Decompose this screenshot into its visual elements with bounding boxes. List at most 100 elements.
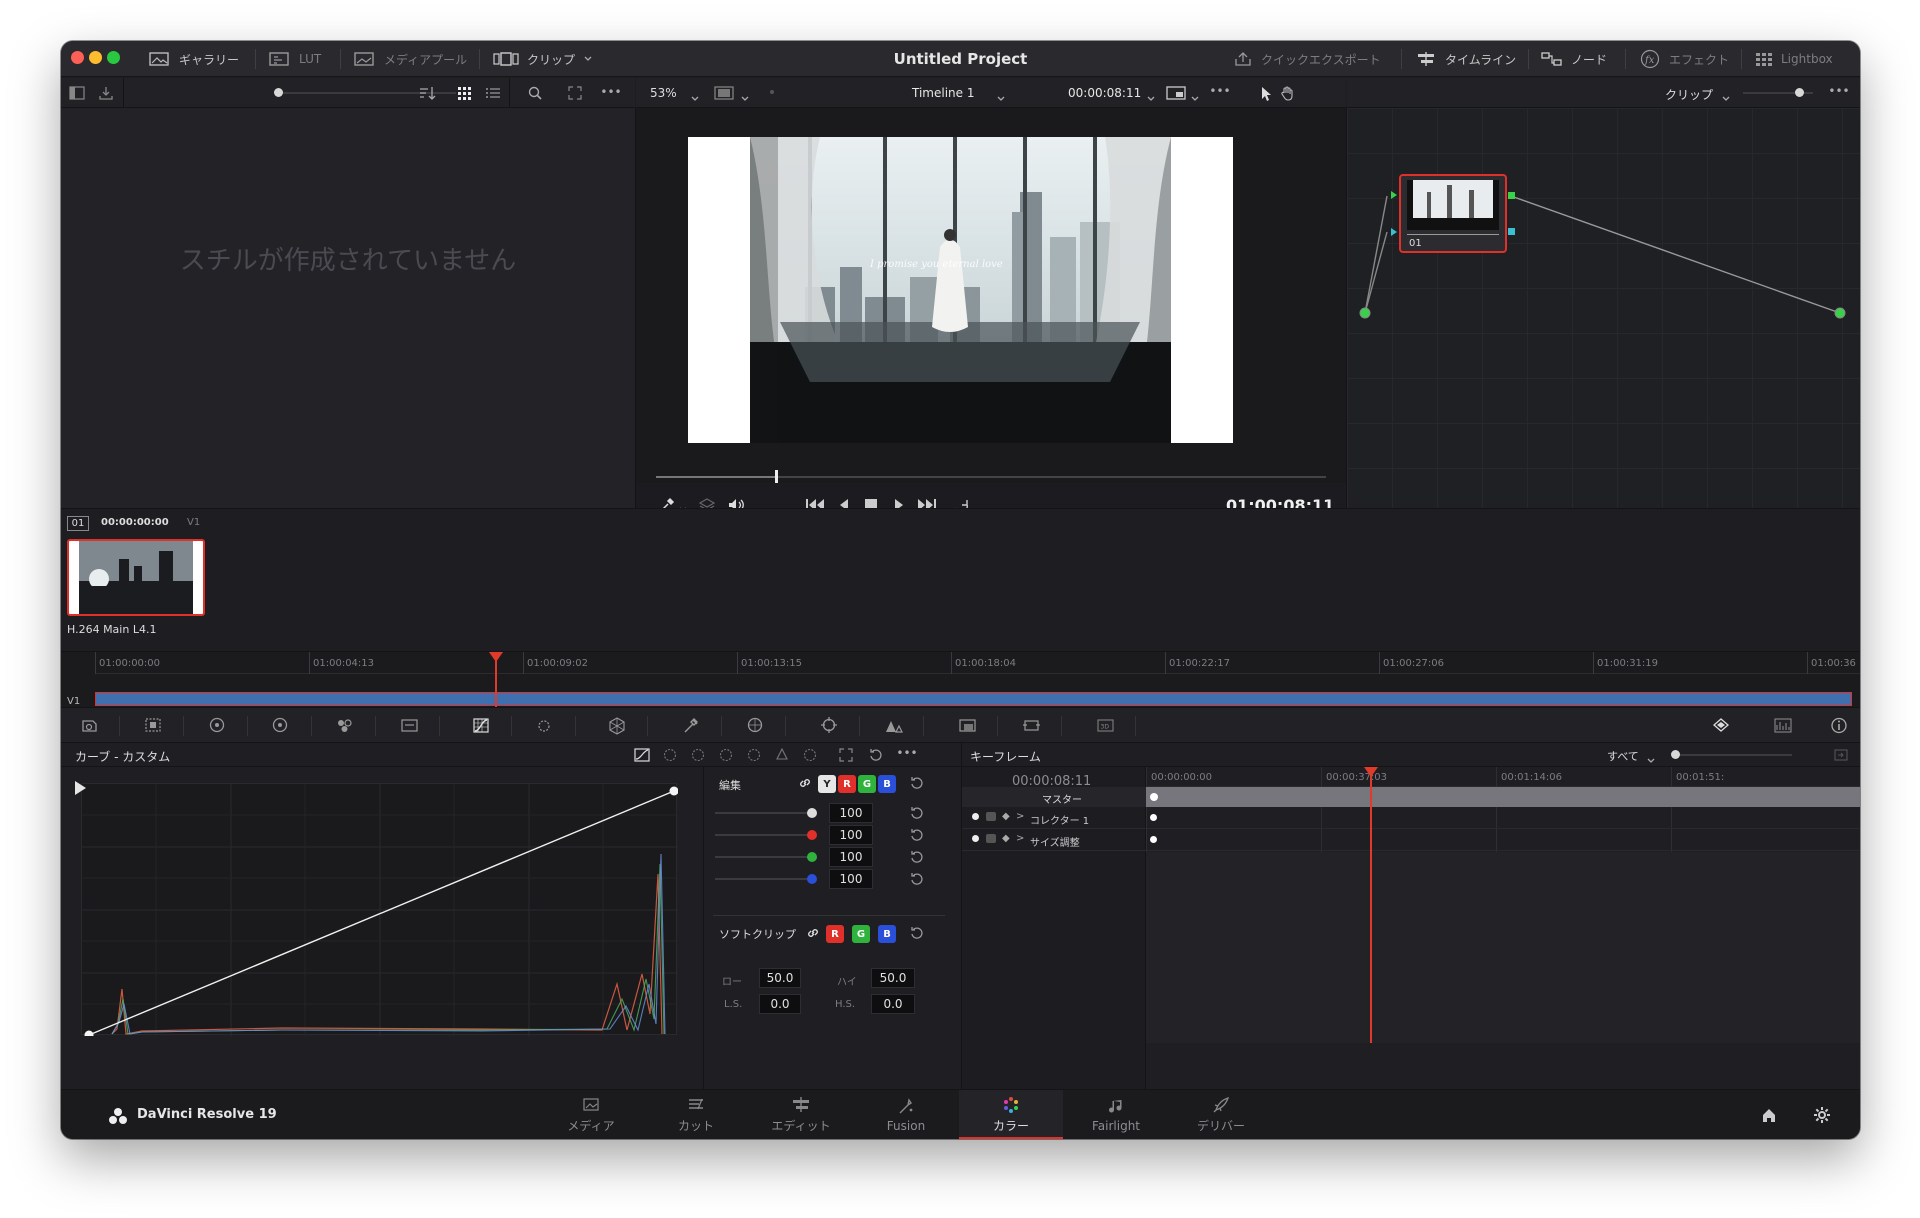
- reset-icon[interactable]: [867, 747, 885, 763]
- viewer-timecode-top[interactable]: 00:00:08:11: [1068, 86, 1141, 100]
- intensity-slider-r[interactable]: [715, 834, 815, 836]
- channel-g-button[interactable]: G: [858, 775, 876, 793]
- magic-mask-icon[interactable]: [883, 716, 905, 736]
- node-mode-selector[interactable]: クリップ: [1665, 86, 1713, 103]
- link-icon[interactable]: [797, 775, 813, 791]
- lock-icon[interactable]: [986, 812, 996, 821]
- import-icon[interactable]: [97, 85, 115, 101]
- clip-toggle[interactable]: クリップ: [493, 41, 593, 77]
- intensity-slider-b[interactable]: [715, 878, 815, 880]
- motion-effects-icon[interactable]: [399, 716, 421, 736]
- intensity-input-y[interactable]: 100: [829, 803, 873, 823]
- link-icon[interactable]: [805, 925, 821, 941]
- node-zoom-knob[interactable]: [1795, 88, 1804, 97]
- pointer-icon[interactable]: [1260, 85, 1274, 101]
- low-input[interactable]: 50.0: [759, 968, 801, 988]
- search-icon[interactable]: [527, 85, 543, 101]
- viewer-scrubber[interactable]: [656, 476, 776, 478]
- sat-vs-lum-icon[interactable]: [801, 747, 819, 763]
- node-keyframe-icon[interactable]: [1711, 716, 1733, 736]
- window-icon[interactable]: [745, 716, 767, 736]
- softclip-b-button[interactable]: B: [878, 925, 896, 943]
- keyframe-point[interactable]: [1150, 836, 1157, 843]
- softclip-r-button[interactable]: R: [826, 925, 844, 943]
- intensity-knob-r[interactable]: [807, 830, 817, 840]
- curve-start-handle[interactable]: [75, 781, 86, 795]
- zoom-window-button[interactable]: [107, 51, 120, 64]
- hand-icon[interactable]: [1280, 85, 1296, 101]
- keyframe-playhead[interactable]: [1370, 767, 1372, 1043]
- chevron-right-icon[interactable]: >: [1016, 811, 1024, 822]
- effects-toggle[interactable]: fx エフェクト: [1639, 41, 1729, 77]
- expand-icon[interactable]: [567, 85, 583, 101]
- media-pool-toggle[interactable]: メディアプール: [354, 41, 467, 77]
- chevron-down-icon[interactable]: [690, 89, 700, 108]
- keyframe-playhead-marker[interactable]: [1364, 767, 1378, 777]
- timeline-toggle[interactable]: タイムライン: [1415, 41, 1516, 77]
- zoom-level[interactable]: 53%: [650, 86, 677, 100]
- home-icon[interactable]: [1759, 1105, 1779, 1125]
- channel-b-button[interactable]: B: [878, 775, 896, 793]
- curves-icon[interactable]: [471, 716, 493, 736]
- list-view-icon[interactable]: [485, 85, 501, 101]
- intensity-knob-g[interactable]: [807, 852, 817, 862]
- more-options-icon[interactable]: •••: [600, 84, 621, 100]
- tracker-icon[interactable]: [819, 716, 841, 736]
- hue-vs-lum-icon[interactable]: [717, 747, 735, 763]
- more-options-icon[interactable]: •••: [896, 746, 917, 760]
- minimize-window-button[interactable]: [89, 51, 102, 64]
- keyframe-row-master[interactable]: マスター: [1042, 791, 1082, 806]
- curve-mode-custom-icon[interactable]: [633, 747, 651, 763]
- intensity-knob-b[interactable]: [807, 874, 817, 884]
- monitor-icon[interactable]: [1166, 85, 1186, 101]
- viewer-playhead[interactable]: [775, 470, 778, 483]
- chevron-down-icon[interactable]: [1190, 89, 1200, 108]
- lum-vs-sat-icon[interactable]: [745, 747, 763, 763]
- keyframe-point[interactable]: [1150, 814, 1157, 821]
- page-tab-color[interactable]: カラー: [959, 1090, 1063, 1139]
- lightbox-toggle[interactable]: Lightbox: [1755, 41, 1833, 77]
- intensity-slider-y[interactable]: [715, 812, 815, 814]
- softclip-g-button[interactable]: G: [852, 925, 870, 943]
- node-01[interactable]: 01: [1399, 174, 1507, 253]
- qualifier-icon[interactable]: [607, 716, 629, 736]
- color-wheels-icon[interactable]: [207, 716, 229, 736]
- chevron-down-icon[interactable]: [996, 89, 1006, 108]
- scopes-icon[interactable]: [1773, 716, 1795, 736]
- lut-toggle[interactable]: LUT: [269, 41, 321, 77]
- panel-expand-icon[interactable]: [1832, 747, 1850, 763]
- more-options-icon[interactable]: •••: [1209, 84, 1230, 98]
- timeline-clip[interactable]: [95, 692, 1852, 706]
- viewer-mode-icon[interactable]: [714, 85, 734, 101]
- close-window-button[interactable]: [71, 51, 84, 64]
- keyframe-zoom-slider[interactable]: [1672, 754, 1792, 756]
- page-tab-edit[interactable]: エディット: [749, 1090, 853, 1139]
- page-tab-fusion[interactable]: Fusion: [854, 1090, 958, 1139]
- more-options-icon[interactable]: •••: [1828, 84, 1849, 98]
- video-frame[interactable]: I promise you eternal love: [688, 137, 1233, 443]
- page-tab-cut[interactable]: カット: [644, 1090, 748, 1139]
- keyframe-zoom-knob[interactable]: [1671, 750, 1680, 759]
- chevron-down-icon[interactable]: [1146, 89, 1156, 108]
- rgb-mixer-icon[interactable]: [335, 716, 357, 736]
- intensity-input-b[interactable]: 100: [829, 869, 873, 889]
- expand-icon[interactable]: [837, 747, 855, 763]
- settings-icon[interactable]: [1812, 1105, 1832, 1125]
- playhead-marker[interactable]: [489, 652, 503, 662]
- channel-r-button[interactable]: R: [838, 775, 856, 793]
- lock-icon[interactable]: [986, 834, 996, 843]
- blur-icon[interactable]: [957, 716, 979, 736]
- hdr-wheels-icon[interactable]: [271, 716, 293, 736]
- camera-raw-icon[interactable]: [79, 716, 101, 736]
- color-match-icon[interactable]: [143, 716, 165, 736]
- quick-export-button[interactable]: クイックエクスポート: [1233, 41, 1381, 77]
- eyedropper-icon[interactable]: [681, 716, 703, 736]
- keyframe-row-corrector[interactable]: コレクター 1: [1030, 812, 1089, 827]
- channel-y-button[interactable]: Y: [818, 775, 836, 793]
- chevron-down-icon[interactable]: [740, 89, 750, 108]
- hs-input[interactable]: 0.0: [871, 994, 915, 1014]
- chevron-down-icon[interactable]: [1721, 89, 1731, 108]
- page-tab-deliver[interactable]: デリバー: [1169, 1090, 1273, 1139]
- intensity-input-r[interactable]: 100: [829, 825, 873, 845]
- reset-icon[interactable]: [909, 805, 925, 821]
